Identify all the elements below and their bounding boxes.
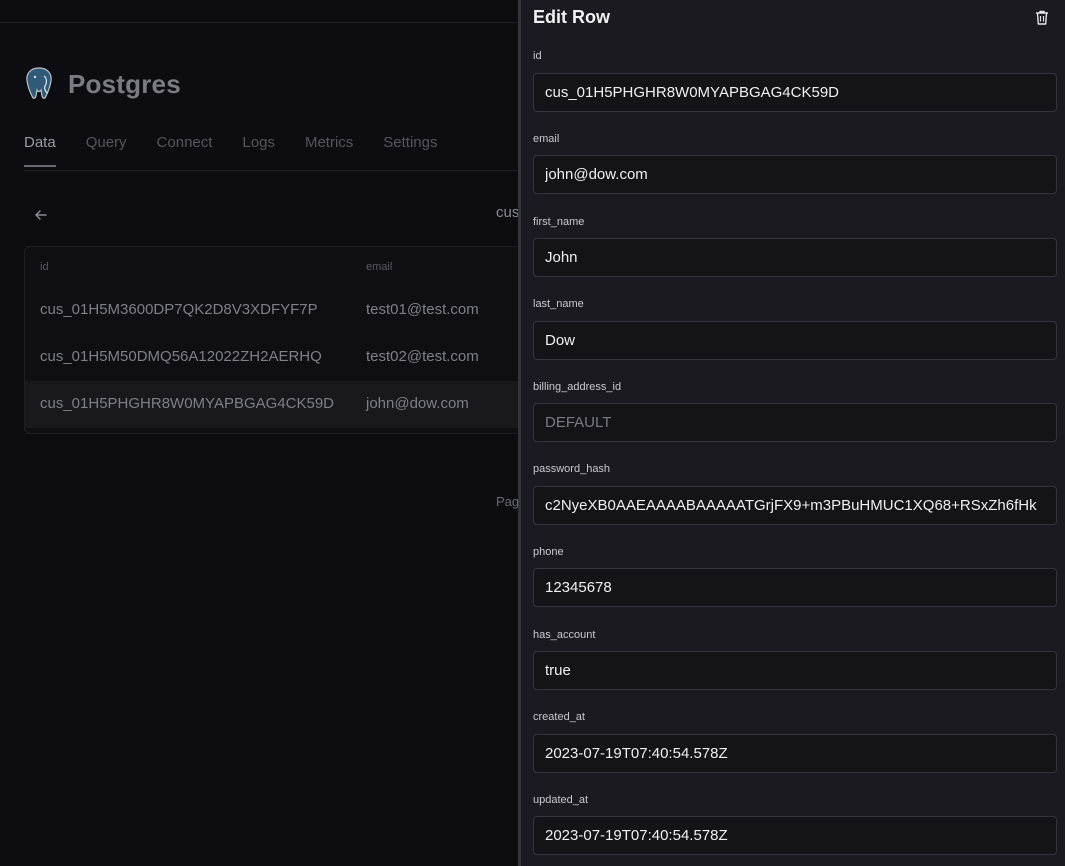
tab-bar: Data Query Connect Logs Metrics Settings bbox=[24, 134, 438, 167]
field-label-has-account: has_account bbox=[533, 629, 596, 641]
column-header-id[interactable]: id bbox=[40, 261, 49, 273]
page-header: Postgres bbox=[24, 66, 181, 102]
table-header: id email bbox=[25, 247, 545, 287]
field-label-id: id bbox=[533, 50, 542, 62]
field-label-created-at: created_at bbox=[533, 711, 585, 723]
cell-id: cus_01H5PHGHR8W0MYAPBGAG4CK59D bbox=[40, 395, 334, 412]
last-name-field[interactable] bbox=[533, 321, 1057, 360]
table-name: cus bbox=[496, 204, 520, 221]
updated-at-field[interactable] bbox=[533, 816, 1057, 855]
tabs-divider bbox=[24, 170, 520, 171]
tab-metrics[interactable]: Metrics bbox=[305, 134, 353, 167]
field-label-first-name: first_name bbox=[533, 216, 585, 228]
table-row-selected[interactable]: cus_01H5PHGHR8W0MYAPBGAG4CK59D john@dow.… bbox=[25, 381, 545, 428]
cell-email: test02@test.com bbox=[366, 348, 479, 365]
table-row[interactable]: cus_01H5M3600DP7QK2D8V3XDFYF7P test01@te… bbox=[25, 287, 545, 334]
email-field[interactable] bbox=[533, 155, 1057, 194]
billing-address-id-field[interactable] bbox=[533, 403, 1057, 442]
edit-row-panel: Edit Row id email first_name last_name b… bbox=[521, 0, 1065, 866]
id-field[interactable] bbox=[533, 73, 1057, 112]
arrow-left-icon[interactable] bbox=[32, 206, 50, 224]
tab-settings[interactable]: Settings bbox=[383, 134, 437, 167]
table-row[interactable]: cus_01H5M50DMQ56A12022ZH2AERHQ test02@te… bbox=[25, 334, 545, 381]
created-at-field[interactable] bbox=[533, 734, 1057, 773]
cell-email: test01@test.com bbox=[366, 301, 479, 318]
cell-email: john@dow.com bbox=[366, 395, 469, 412]
tab-query[interactable]: Query bbox=[86, 134, 127, 167]
has-account-field[interactable] bbox=[533, 651, 1057, 690]
field-label-email: email bbox=[533, 133, 560, 145]
password-hash-field[interactable] bbox=[533, 486, 1057, 525]
field-label-last-name: last_name bbox=[533, 298, 584, 310]
field-label-phone: phone bbox=[533, 546, 564, 558]
cell-id: cus_01H5M50DMQ56A12022ZH2AERHQ bbox=[40, 348, 322, 365]
cell-id: cus_01H5M3600DP7QK2D8V3XDFYF7P bbox=[40, 301, 318, 318]
page-title: Postgres bbox=[68, 68, 181, 99]
field-label-billing-address-id: billing_address_id bbox=[533, 381, 622, 393]
tab-connect[interactable]: Connect bbox=[157, 134, 213, 167]
trash-icon[interactable] bbox=[1034, 9, 1050, 26]
column-header-email[interactable]: email bbox=[366, 261, 392, 273]
postgres-elephant-icon bbox=[26, 67, 52, 99]
field-label-password-hash: password_hash bbox=[533, 463, 611, 475]
field-label-updated-at: updated_at bbox=[533, 794, 589, 806]
pagination-info: Pag bbox=[496, 494, 520, 509]
phone-field[interactable] bbox=[533, 568, 1057, 607]
panel-title: Edit Row bbox=[533, 7, 610, 27]
tab-data[interactable]: Data bbox=[24, 134, 56, 167]
tab-logs[interactable]: Logs bbox=[242, 134, 275, 167]
first-name-field[interactable] bbox=[533, 238, 1057, 277]
top-divider bbox=[0, 22, 520, 23]
data-table: id email cus_01H5M3600DP7QK2D8V3XDFYF7P … bbox=[24, 246, 546, 434]
